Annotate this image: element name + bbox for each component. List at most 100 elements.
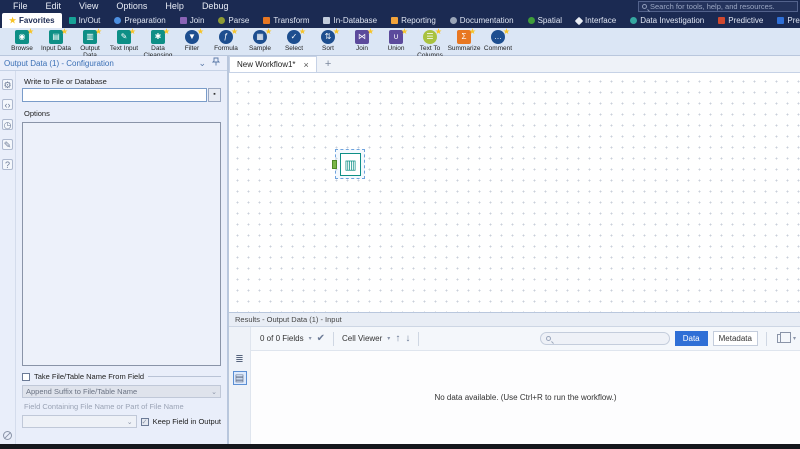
favorite-star-icon: ★ <box>162 27 170 36</box>
collapse-chevron-icon[interactable]: ⌄ <box>195 57 209 69</box>
search-input[interactable] <box>650 2 794 11</box>
take-name-checkbox[interactable] <box>22 372 30 381</box>
category-tab[interactable]: Reporting <box>384 13 443 28</box>
suffix-dropdown[interactable]: Append Suffix to File/Table Name ⌄ <box>22 385 221 398</box>
category-tab[interactable]: Transform <box>256 13 316 28</box>
arrow-down-icon[interactable]: ↓ <box>405 330 410 348</box>
fields-count[interactable]: 0 of 0 Fields <box>260 334 304 343</box>
configuration-panel: Output Data (1) - Configuration ⌄ ⚙ ‹› ◷… <box>0 56 229 444</box>
annotation-icon[interactable]: ‹› <box>2 99 13 110</box>
new-workflow-button[interactable]: + <box>317 56 339 72</box>
input-anchor[interactable] <box>332 160 337 169</box>
table-view-icon[interactable]: ≣ <box>233 353 247 367</box>
category-tab[interactable]: Spatial <box>521 13 569 28</box>
palette-tool[interactable]: ✎ ★ Text Input <box>108 28 140 59</box>
category-tab[interactable]: ★ Favorites <box>2 13 62 28</box>
category-tab-label: Interface <box>585 16 617 25</box>
global-search[interactable] <box>638 1 798 12</box>
favorite-star-icon: ★ <box>60 27 68 36</box>
category-icon <box>263 17 271 24</box>
palette-tool[interactable]: ☰ ★ Text To Columns <box>414 27 446 59</box>
menu-item[interactable]: Debug <box>193 0 238 13</box>
favorite-star-icon: ★ <box>434 27 442 36</box>
palette-tool[interactable]: ▤ ★ Input Data <box>40 27 72 59</box>
favorite-star-icon: ★ <box>366 27 374 36</box>
palette-tool[interactable]: ▼ ★ Filter <box>176 28 208 59</box>
favorite-star-icon: ★ <box>332 27 340 36</box>
divider <box>148 376 221 377</box>
category-tab[interactable]: Prescriptive <box>770 13 800 28</box>
category-tab[interactable]: Data Investigation <box>623 13 711 28</box>
tool-label: Select <box>284 45 304 52</box>
palette-tool[interactable]: ⇅ ★ Sort <box>312 27 344 59</box>
menu-item[interactable]: Edit <box>37 0 71 13</box>
close-tab-icon[interactable]: × <box>304 60 309 70</box>
workflow-canvas[interactable]: ▥ <box>229 73 800 312</box>
category-icon <box>574 16 584 25</box>
chevron-down-icon[interactable]: ▾ <box>387 335 390 342</box>
palette-tool[interactable]: ◉ ★ Browse <box>6 28 38 59</box>
category-tab[interactable]: Documentation <box>443 13 521 28</box>
field-name-dropdown[interactable]: ⌄ <box>22 415 137 428</box>
category-tab-label: Data Investigation <box>640 16 705 25</box>
menu-item[interactable]: Help <box>156 0 193 13</box>
category-tab-label: In-Database <box>333 16 378 25</box>
data-toggle-button[interactable]: Data <box>674 331 708 346</box>
cell-viewer-button[interactable]: Cell Viewer <box>342 334 382 343</box>
category-icon <box>449 17 457 24</box>
open-in-new-window-icon[interactable] <box>776 332 791 343</box>
keep-field-label: Keep Field in Output <box>152 417 221 426</box>
palette-tool[interactable]: ✓ ★ Select <box>278 28 310 59</box>
menu-item[interactable]: File <box>4 0 37 13</box>
chevron-down-icon[interactable]: ▾ <box>309 335 312 342</box>
pin-icon[interactable] <box>209 57 223 69</box>
category-tab[interactable]: Join <box>173 13 212 28</box>
palette-tool[interactable]: … ★ Comment <box>482 27 514 59</box>
workflow-tab[interactable]: New Workflow1* × <box>229 56 317 72</box>
category-tab[interactable]: Preparation <box>107 13 172 28</box>
options-list[interactable] <box>22 122 221 366</box>
search-icon <box>642 4 647 9</box>
tool-label: Input Data <box>41 45 71 52</box>
browse-file-button[interactable]: ▪ <box>208 88 221 102</box>
status-disabled-icon <box>3 431 12 440</box>
help-icon[interactable]: ? <box>2 159 13 170</box>
keep-field-checkbox[interactable]: ✓ <box>140 417 149 426</box>
palette-tool[interactable]: ƒ ★ Formula <box>210 28 242 59</box>
write-to-label: Write to File or Database <box>24 77 107 86</box>
tool-label: Comment <box>483 45 513 52</box>
category-icon <box>179 17 187 24</box>
results-toolbar: 0 of 0 Fields ▾ ✔ Cell Viewer ▾ ↑ ↓ Data… <box>229 327 800 351</box>
tag-icon[interactable]: ✎ <box>2 139 13 150</box>
category-tab[interactable]: Predictive <box>711 13 770 28</box>
category-tab[interactable]: Parse <box>211 13 256 28</box>
favorite-star-icon: ★ <box>502 27 510 36</box>
palette-tool[interactable]: ✱ ★ Data Cleansing <box>142 27 174 59</box>
category-tab-label: Transform <box>273 16 310 25</box>
category-tab[interactable]: In-Database <box>316 13 384 28</box>
take-name-label: Take File/Table Name From Field <box>34 372 145 381</box>
category-tab[interactable]: Interface <box>569 13 623 28</box>
menu-item[interactable]: View <box>70 0 107 13</box>
checkmark-icon[interactable]: ✔ <box>317 330 325 348</box>
palette-tool[interactable]: ⋈ ★ Join <box>346 27 378 59</box>
log-view-icon[interactable]: ▤ <box>232 371 247 385</box>
category-icon <box>777 17 785 24</box>
palette-tool[interactable]: Σ ★ Summarize <box>448 28 481 59</box>
results-search[interactable] <box>539 332 670 345</box>
category-tab[interactable]: In/Out <box>62 13 108 28</box>
tool-label: Sort <box>322 45 334 52</box>
palette-tool[interactable]: ∪ ★ Union <box>380 28 412 59</box>
menu-item[interactable]: Options <box>107 0 156 13</box>
write-to-input[interactable] <box>22 88 207 102</box>
metadata-toggle-button[interactable]: Metadata <box>712 331 758 346</box>
palette-tool[interactable]: ▦ ★ Sample <box>244 28 276 59</box>
output-data-tool-node[interactable]: ▥ <box>332 149 365 179</box>
category-icon <box>218 17 226 24</box>
chevron-down-icon[interactable]: ▾ <box>793 335 796 342</box>
gear-icon[interactable]: ⚙ <box>2 79 13 90</box>
performance-clock-icon[interactable]: ◷ <box>2 119 13 130</box>
palette-tool[interactable]: ▥ ★ Output Data <box>74 28 106 59</box>
results-search-input[interactable] <box>553 334 664 343</box>
arrow-up-icon[interactable]: ↑ <box>395 330 400 348</box>
